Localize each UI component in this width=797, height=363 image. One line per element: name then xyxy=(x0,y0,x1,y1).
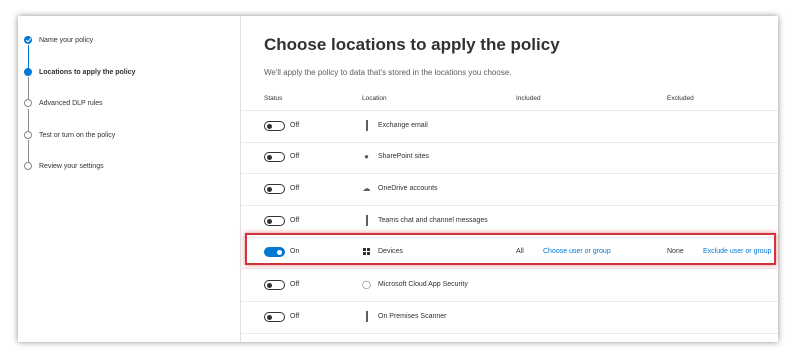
location-name: On Premises Scanner xyxy=(378,313,447,320)
step-label: Name your policy xyxy=(39,36,94,44)
toggle-state: Off xyxy=(290,313,300,320)
step-current-icon xyxy=(24,68,32,76)
step-locations[interactable]: Locations to apply the policy xyxy=(24,64,135,80)
column-header-included: Included xyxy=(516,95,541,102)
location-toggle[interactable] xyxy=(264,312,285,322)
step-label: Locations to apply the policy xyxy=(39,68,136,76)
step-advanced-dlp-rules[interactable]: Advanced DLP rules xyxy=(24,95,103,111)
column-header-location: Location xyxy=(362,95,387,102)
column-header-status: Status xyxy=(264,95,283,102)
wizard-steps-panel: Name your policy Locations to apply the … xyxy=(18,16,241,342)
location-name: OneDrive accounts xyxy=(378,185,438,192)
step-label: Review your settings xyxy=(39,162,104,170)
table-row: Off ◯ Microsoft Cloud App Security xyxy=(240,270,778,302)
location-name: Microsoft Cloud App Security xyxy=(378,281,468,288)
toggle-state: Off xyxy=(290,122,300,129)
step-review-settings[interactable]: Review your settings xyxy=(24,158,104,174)
main-content: Choose locations to apply the policy We'… xyxy=(240,16,778,342)
step-name-your-policy[interactable]: Name your policy xyxy=(24,32,93,48)
step-test-or-turn-on[interactable]: Test or turn on the policy xyxy=(24,127,115,143)
toggle-state: Off xyxy=(290,153,300,160)
toggle-state: Off xyxy=(290,281,300,288)
scanner-icon xyxy=(362,311,371,322)
location-toggle[interactable] xyxy=(264,121,285,131)
step-label: Advanced DLP rules xyxy=(39,99,103,107)
step-pending-icon xyxy=(24,131,32,139)
policy-wizard-window: Name your policy Locations to apply the … xyxy=(18,16,778,342)
location-toggle[interactable] xyxy=(264,152,285,162)
location-toggle[interactable] xyxy=(264,184,285,194)
step-pending-icon xyxy=(24,99,32,107)
devices-row-highlight xyxy=(245,233,776,265)
teams-icon xyxy=(362,215,371,226)
exchange-icon xyxy=(362,120,371,131)
cloud-app-security-icon: ◯ xyxy=(362,280,371,289)
onedrive-icon: ☁ xyxy=(362,184,371,193)
location-name: SharePoint sites xyxy=(378,153,429,160)
location-name: Exchange email xyxy=(378,122,428,129)
page-title: Choose locations to apply the policy xyxy=(264,35,560,54)
location-name: Teams chat and channel messages xyxy=(378,217,488,224)
column-header-excluded: Excluded xyxy=(667,95,694,102)
toggle-state: Off xyxy=(290,185,300,192)
table-row: Off On Premises Scanner xyxy=(240,302,778,334)
sharepoint-icon: ● xyxy=(364,152,369,161)
step-label: Test or turn on the policy xyxy=(39,131,116,139)
table-row: Off Exchange email xyxy=(240,110,778,143)
toggle-state: Off xyxy=(290,217,300,224)
step-pending-icon xyxy=(24,162,32,170)
step-complete-icon xyxy=(24,36,32,44)
table-row: Off ☁ OneDrive accounts xyxy=(240,174,778,206)
location-toggle[interactable] xyxy=(264,216,285,226)
page-subtitle: We'll apply the policy to data that's st… xyxy=(264,68,512,77)
location-toggle[interactable] xyxy=(264,280,285,290)
table-row: Off ● SharePoint sites xyxy=(240,142,778,174)
